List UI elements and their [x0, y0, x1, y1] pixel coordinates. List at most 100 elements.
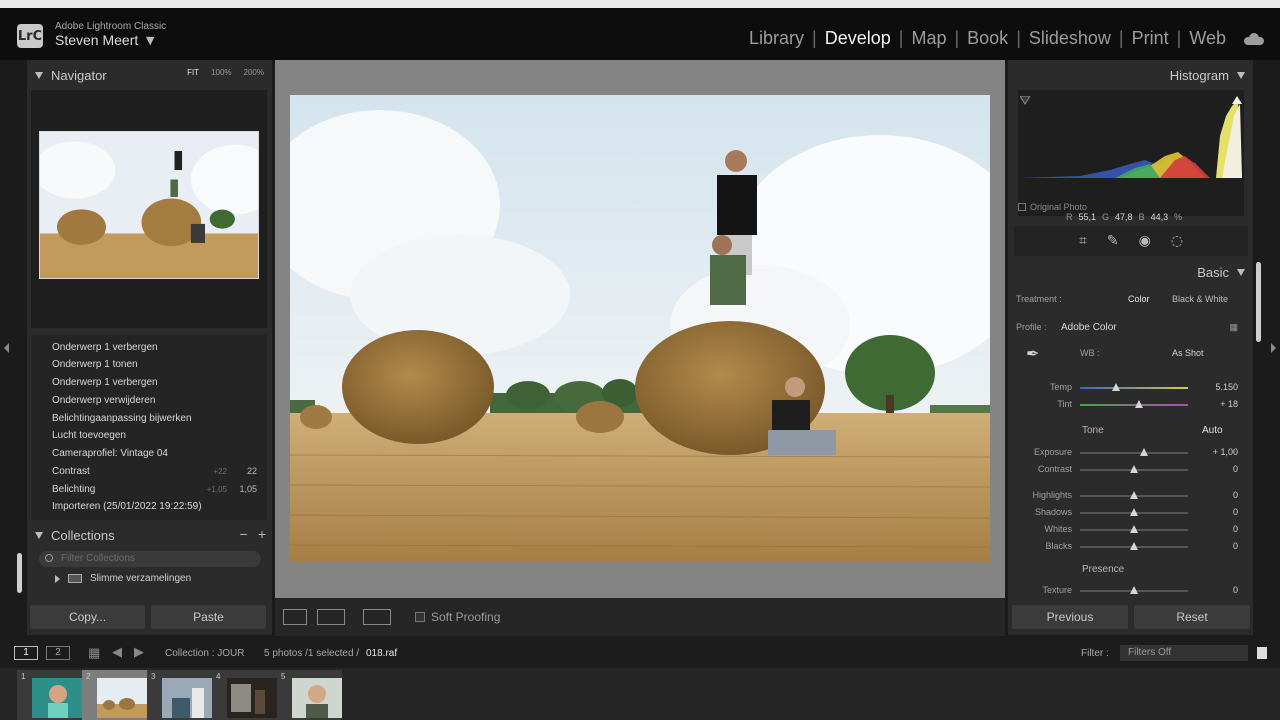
user-dropdown-icon[interactable]: ▼: [146, 34, 154, 47]
original-photo-toggle[interactable]: Original Photo: [1018, 202, 1087, 212]
tint-slider-knob[interactable]: [1135, 400, 1144, 408]
module-library[interactable]: Library: [741, 28, 812, 49]
history-item[interactable]: Cameraprofiel: Vintage 04: [31, 445, 267, 462]
collection-item-smart[interactable]: Slimme verzamelingen: [55, 573, 191, 584]
red-eye-icon[interactable]: ◉: [1139, 233, 1151, 249]
auto-tone-button[interactable]: Auto: [1202, 425, 1223, 436]
blacks-value[interactable]: 0: [1233, 541, 1238, 551]
blacks-slider-knob[interactable]: [1130, 542, 1138, 550]
history-item[interactable]: Onderwerp 1 tonen: [31, 356, 267, 373]
history-item[interactable]: Contrast +22 22: [31, 463, 267, 480]
previous-button[interactable]: Previous: [1012, 605, 1128, 629]
module-develop[interactable]: Develop: [817, 28, 899, 49]
basic-header[interactable]: Basic: [1008, 259, 1253, 285]
filmstrip-thumb-selected[interactable]: 2: [82, 670, 147, 720]
history-item[interactable]: Onderwerp 1 verbergen: [31, 339, 267, 356]
history-item[interactable]: Onderwerp verwijderen: [31, 392, 267, 409]
remove-collection-button[interactable]: −: [240, 526, 248, 542]
collections-header[interactable]: Collections: [27, 522, 272, 548]
highlights-slider-knob[interactable]: [1130, 491, 1138, 499]
highlights-value[interactable]: 0: [1233, 490, 1238, 500]
history-item[interactable]: Lucht toevoegen: [31, 427, 267, 444]
temp-slider[interactable]: [1080, 383, 1188, 391]
forward-arrow-icon[interactable]: ▶: [134, 644, 144, 660]
eyedropper-icon[interactable]: ✒: [1026, 344, 1039, 364]
temp-value[interactable]: 5.150: [1215, 382, 1238, 392]
collection-label[interactable]: Collection : JOUR: [165, 648, 244, 659]
module-web[interactable]: Web: [1181, 28, 1234, 49]
soft-proofing-checkbox[interactable]: [415, 612, 425, 622]
highlights-slider[interactable]: [1080, 491, 1188, 499]
shadows-slider[interactable]: [1080, 508, 1188, 516]
module-slideshow[interactable]: Slideshow: [1021, 28, 1119, 49]
before-after-lr-icon[interactable]: [317, 609, 345, 625]
profile-browser-icon[interactable]: ▦: [1229, 322, 1238, 333]
reset-button[interactable]: Reset: [1134, 605, 1250, 629]
history-item[interactable]: Importeren (25/01/2022 19:22:59): [31, 498, 267, 515]
module-book[interactable]: Book: [959, 28, 1016, 49]
contrast-value[interactable]: 0: [1233, 464, 1238, 474]
contrast-slider[interactable]: [1080, 465, 1188, 473]
back-arrow-icon[interactable]: ◀: [112, 644, 122, 660]
paste-button[interactable]: Paste: [151, 605, 266, 629]
module-map[interactable]: Map: [903, 28, 954, 49]
texture-slider[interactable]: [1080, 586, 1188, 594]
tint-value[interactable]: + 18: [1220, 399, 1238, 409]
temp-slider-knob[interactable]: [1111, 383, 1120, 391]
module-print[interactable]: Print: [1124, 28, 1177, 49]
treatment-bw[interactable]: Black & White: [1172, 294, 1228, 304]
filmstrip-thumb[interactable]: 1: [17, 670, 82, 720]
crop-icon[interactable]: ⌗: [1079, 233, 1087, 249]
add-collection-button[interactable]: +: [258, 526, 266, 542]
selected-file[interactable]: 018.raf: [366, 648, 397, 659]
whites-slider-knob[interactable]: [1130, 525, 1138, 533]
expand-arrow-icon[interactable]: [55, 574, 60, 583]
copy-button[interactable]: Copy...: [30, 605, 145, 629]
grid-view-icon[interactable]: ▦: [88, 645, 100, 661]
blacks-slider[interactable]: [1080, 542, 1188, 550]
filmstrip-thumb[interactable]: 3: [147, 670, 212, 720]
contrast-slider-knob[interactable]: [1130, 465, 1138, 473]
zoom-100[interactable]: 100%: [211, 68, 231, 77]
exposure-value[interactable]: + 1,00: [1213, 447, 1238, 457]
exposure-slider[interactable]: [1080, 448, 1188, 456]
shadows-slider-knob[interactable]: [1130, 508, 1138, 516]
soft-proofing-toggle[interactable]: Soft Proofing: [415, 610, 500, 624]
histogram-graph[interactable]: [1020, 96, 1242, 178]
treatment-color[interactable]: Color: [1128, 294, 1150, 304]
shadows-value[interactable]: 0: [1233, 507, 1238, 517]
navigator-thumbnail[interactable]: [39, 131, 259, 279]
cloud-icon[interactable]: [1244, 32, 1264, 45]
filmstrip-thumb[interactable]: 5: [277, 670, 342, 720]
healing-icon[interactable]: ✎: [1107, 233, 1119, 249]
exposure-slider-knob[interactable]: [1139, 448, 1148, 456]
zoom-fit[interactable]: FIT: [187, 68, 199, 77]
filter-dropdown[interactable]: Filters Off: [1120, 645, 1248, 661]
filter-lock-icon[interactable]: [1257, 647, 1267, 659]
texture-slider-knob[interactable]: [1130, 586, 1138, 594]
history-item[interactable]: Belichting +1,05 1,05: [31, 481, 267, 498]
right-panel-toggle[interactable]: [1266, 60, 1280, 635]
left-panel-scrollbar[interactable]: [17, 553, 22, 593]
before-after-tb-icon[interactable]: [363, 609, 391, 625]
histogram-header[interactable]: Histogram: [1008, 62, 1253, 88]
masking-icon[interactable]: ◌: [1171, 233, 1183, 249]
main-photo[interactable]: [290, 95, 990, 562]
loupe-view-icon[interactable]: [283, 609, 307, 625]
history-item[interactable]: Onderwerp 1 verbergen: [31, 374, 267, 391]
collections-filter-input[interactable]: Filter Collections: [39, 551, 261, 567]
whites-value[interactable]: 0: [1233, 524, 1238, 534]
texture-value[interactable]: 0: [1233, 585, 1238, 595]
wb-dropdown[interactable]: As Shot: [1172, 348, 1204, 358]
screen-1-button[interactable]: 1: [14, 646, 38, 660]
original-photo-checkbox[interactable]: [1018, 203, 1026, 211]
right-panel-scrollbar[interactable]: [1256, 262, 1261, 342]
screen-2-button[interactable]: 2: [46, 646, 70, 660]
zoom-200[interactable]: 200%: [244, 68, 264, 77]
tint-slider[interactable]: [1080, 400, 1188, 408]
profile-dropdown[interactable]: Adobe Color: [1061, 322, 1117, 333]
user-name[interactable]: Steven Meert: [55, 32, 138, 48]
left-panel-toggle[interactable]: [0, 60, 14, 635]
whites-slider[interactable]: [1080, 525, 1188, 533]
history-item[interactable]: Belichtingaanpassing bijwerken: [31, 410, 267, 427]
